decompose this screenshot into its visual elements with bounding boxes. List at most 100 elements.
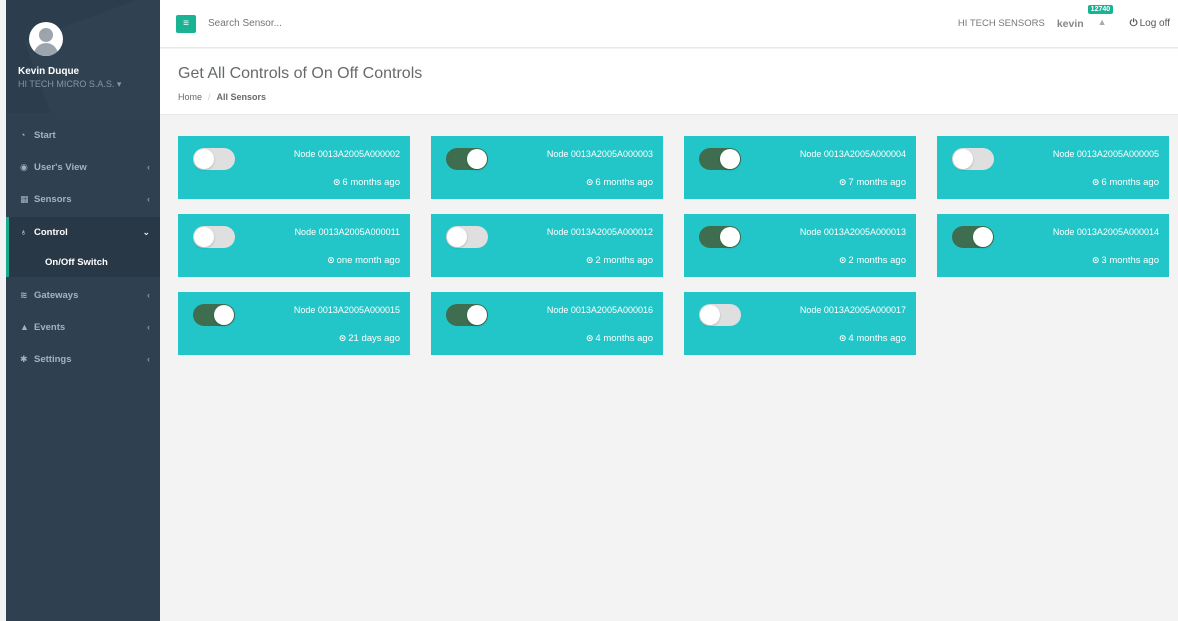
- chevron-left-icon: ‹: [147, 290, 150, 300]
- sidebar-item-label: Settings: [34, 353, 72, 365]
- brand-name: HI TECH SENSORS: [957, 18, 1045, 29]
- control-card: Node 0013A2005A000005 ⊙ 6 months ago: [937, 136, 1169, 199]
- last-updated: 6 months ago: [595, 177, 653, 188]
- onoff-toggle[interactable]: [699, 304, 741, 326]
- control-card: Node 0013A2005A000002 ⊙ 6 months ago: [178, 136, 410, 199]
- chevron-left-icon: ‹: [147, 162, 150, 172]
- onoff-toggle[interactable]: [446, 148, 488, 170]
- logoff-label: Log off: [1139, 18, 1170, 29]
- onoff-toggle[interactable]: [193, 226, 235, 248]
- node-id: Node 0013A2005A000017: [799, 305, 906, 315]
- logoff-link[interactable]: ⏻ Log off: [1130, 18, 1170, 29]
- sidebar: Kevin Duque HI TECH MICRO S.A.S. ▾ ◔ Sta…: [6, 0, 160, 621]
- sidebar-item-label: Start: [34, 129, 56, 141]
- onoff-toggle[interactable]: [446, 226, 488, 248]
- sidebar-item-control[interactable]: ♁ Control ⌄: [6, 217, 160, 247]
- control-card: Node 0013A2005A000004 ⊙ 7 months ago: [684, 136, 916, 199]
- sidebar-item-label: Gateways: [34, 289, 79, 301]
- lightbulb-icon: ♁: [20, 227, 27, 237]
- profile-company-dropdown[interactable]: HI TECH MICRO S.A.S. ▾: [18, 79, 160, 90]
- clock-icon: ⊙: [1091, 177, 1100, 187]
- node-id: Node 0013A2005A000002: [293, 149, 400, 159]
- last-updated: 21 days ago: [348, 333, 400, 344]
- node-id: Node 0013A2005A000003: [546, 149, 653, 159]
- onoff-toggle[interactable]: [699, 148, 741, 170]
- last-updated: 3 months ago: [1101, 255, 1159, 266]
- control-card: Node 0013A2005A000016 ⊙ 4 months ago: [431, 292, 663, 355]
- control-card: Node 0013A2005A000017 ⊙ 4 months ago: [684, 292, 916, 355]
- last-updated: 4 months ago: [848, 333, 906, 344]
- last-updated: 2 months ago: [848, 255, 906, 266]
- node-id: Node 0013A2005A000012: [546, 227, 653, 237]
- onoff-toggle[interactable]: [446, 304, 488, 326]
- clock-icon: ⊙: [838, 255, 847, 265]
- gear-icon: ✱: [20, 353, 28, 364]
- hamburger-icon: ≡: [183, 18, 189, 29]
- clock-icon: ⊙: [585, 255, 594, 265]
- avatar[interactable]: [29, 22, 63, 56]
- node-id: Node 0013A2005A000016: [546, 305, 653, 315]
- bell-icon: ▲: [20, 322, 29, 332]
- notification-badge: 12740: [1087, 4, 1114, 14]
- sidebar-item-start[interactable]: ◔ Start: [6, 119, 160, 151]
- search-input[interactable]: [208, 18, 508, 29]
- clock-icon: ⊙: [338, 333, 347, 343]
- sidebar-item-label: User's View: [34, 161, 87, 173]
- onoff-toggle[interactable]: [952, 148, 994, 170]
- top-right-area: HI TECH SENSORS kevin 12740 ▲ ⏻ Log off: [957, 4, 1170, 35]
- control-card: Node 0013A2005A000012 ⊙ 2 months ago: [431, 214, 663, 277]
- clock-icon: ⊙: [838, 333, 847, 343]
- sidebar-item-sensors[interactable]: ▦ Sensors ‹: [6, 183, 160, 215]
- sidebar-item-gateways[interactable]: ≋ Gateways ‹: [6, 279, 160, 311]
- node-id: Node 0013A2005A000004: [799, 149, 906, 159]
- sidebar-item-label: Events: [34, 321, 66, 333]
- chevron-left-icon: ‹: [147, 354, 150, 364]
- last-updated: 6 months ago: [1101, 177, 1159, 188]
- profile-name: Kevin Duque: [18, 66, 80, 77]
- chevron-left-icon: ‹: [147, 322, 150, 332]
- sidebar-subitem-onoff-switch[interactable]: On/Off Switch: [6, 247, 160, 277]
- dashboard-icon: ◔: [20, 130, 26, 140]
- clock-icon: ⊙: [327, 255, 335, 265]
- onoff-toggle[interactable]: [699, 226, 741, 248]
- chevron-down-icon: ⌄: [142, 226, 150, 237]
- chevron-left-icon: ‹: [147, 194, 150, 204]
- control-card: Node 0013A2005A000013 ⊙ 2 months ago: [684, 214, 916, 277]
- sidebar-item-settings[interactable]: ✱ Settings ‹: [6, 343, 160, 375]
- control-card: Node 0013A2005A000015 ⊙ 21 days ago: [178, 292, 410, 355]
- control-card: Node 0013A2005A000003 ⊙ 6 months ago: [431, 136, 663, 199]
- last-updated: 4 months ago: [595, 333, 653, 344]
- node-id: Node 0013A2005A000014: [1052, 227, 1159, 237]
- node-id: Node 0013A2005A000011: [294, 227, 400, 237]
- node-id: Node 0013A2005A000015: [293, 305, 400, 315]
- bell-icon: ▲: [1097, 16, 1107, 27]
- username: kevin: [1056, 17, 1084, 30]
- clock-icon: ⊙: [332, 177, 341, 187]
- last-updated: 2 months ago: [595, 255, 653, 266]
- top-navbar: ≡ HI TECH SENSORS kevin 12740 ▲ ⏻ Log of…: [160, 0, 1178, 48]
- clock-icon: ⊙: [1091, 255, 1100, 265]
- last-updated: one month ago: [336, 255, 400, 266]
- sidebar-item-events[interactable]: ▲ Events ‹: [6, 311, 160, 343]
- clock-icon: ⊙: [585, 333, 594, 343]
- breadcrumb: Home / All Sensors: [178, 92, 1178, 102]
- onoff-toggle[interactable]: [193, 304, 235, 326]
- onoff-toggle[interactable]: [193, 148, 235, 170]
- menu-toggle-button[interactable]: ≡: [176, 14, 196, 33]
- last-updated: 7 months ago: [848, 177, 906, 188]
- breadcrumb-current: All Sensors: [216, 92, 267, 102]
- notifications-button[interactable]: 12740 ▲: [1087, 4, 1114, 35]
- page-title: Get All Controls of On Off Controls: [178, 65, 423, 82]
- sidebar-nav: ◔ Start ◉ User's View ‹ ▦ Sensors ‹ ♁ Co…: [6, 119, 160, 375]
- wifi-icon: ≋: [20, 289, 28, 300]
- power-icon: ⏻: [1129, 18, 1138, 29]
- control-card: Node 0013A2005A000011 ⊙ one month ago: [178, 214, 410, 277]
- sidebar-subitem-label: On/Off Switch: [45, 256, 108, 268]
- sidebar-item-users-view[interactable]: ◉ User's View ‹: [6, 151, 160, 183]
- breadcrumb-home[interactable]: Home: [178, 92, 202, 102]
- clock-icon: ⊙: [838, 177, 847, 187]
- page-heading: Get All Controls of On Off Controls Home…: [160, 49, 1178, 115]
- onoff-toggle[interactable]: [952, 226, 994, 248]
- sidebar-item-label: Control: [34, 226, 68, 238]
- grid-icon: ▦: [20, 193, 29, 204]
